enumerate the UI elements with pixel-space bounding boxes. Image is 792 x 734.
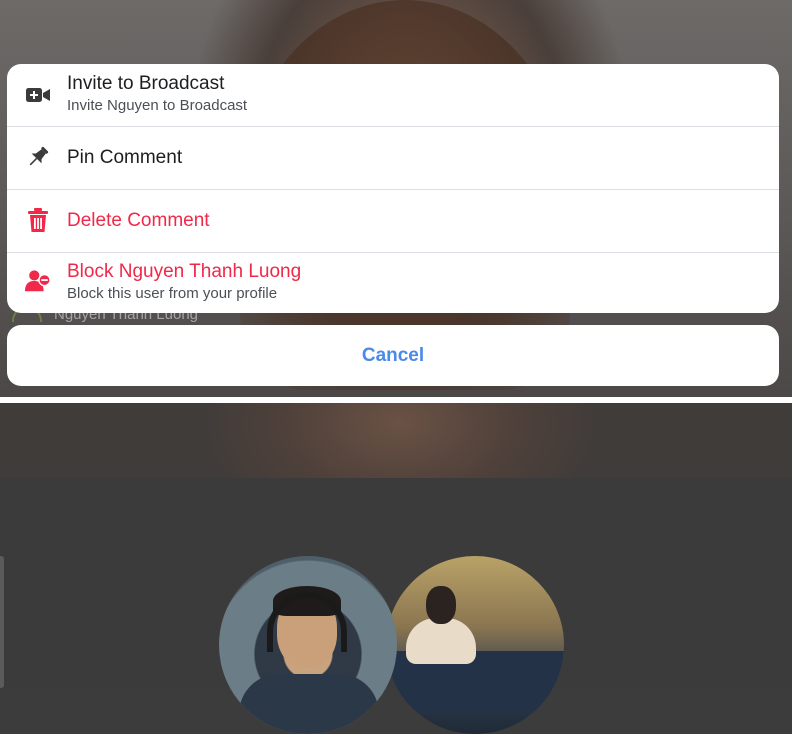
- avatar: [386, 556, 564, 734]
- pin-comment-option[interactable]: Pin Comment: [7, 127, 779, 189]
- option-subtitle: Invite Nguyen to Broadcast: [67, 97, 248, 114]
- video-background-lower: [0, 403, 792, 478]
- action-sheet: Invite to Broadcast Invite Nguyen to Bro…: [7, 64, 779, 313]
- invite-to-broadcast-option[interactable]: Invite to Broadcast Invite Nguyen to Bro…: [7, 64, 779, 126]
- option-title: Pin Comment: [67, 147, 183, 168]
- option-title: Delete Comment: [67, 210, 210, 231]
- edge-handle: [0, 556, 4, 688]
- trash-icon: [25, 207, 51, 233]
- option-title: Invite to Broadcast: [67, 73, 225, 94]
- avatar: [219, 556, 397, 734]
- delete-comment-option[interactable]: Delete Comment: [7, 190, 779, 252]
- option-title: Block Nguyen Thanh Luong: [67, 261, 302, 282]
- block-user-option[interactable]: Block Nguyen Thanh Luong Block this user…: [7, 253, 779, 313]
- cancel-button[interactable]: Cancel: [7, 325, 779, 386]
- option-subtitle: Block this user from your profile: [67, 285, 278, 302]
- block-user-icon: [25, 268, 51, 294]
- pin-icon: [25, 144, 51, 170]
- video-plus-icon: [25, 82, 51, 108]
